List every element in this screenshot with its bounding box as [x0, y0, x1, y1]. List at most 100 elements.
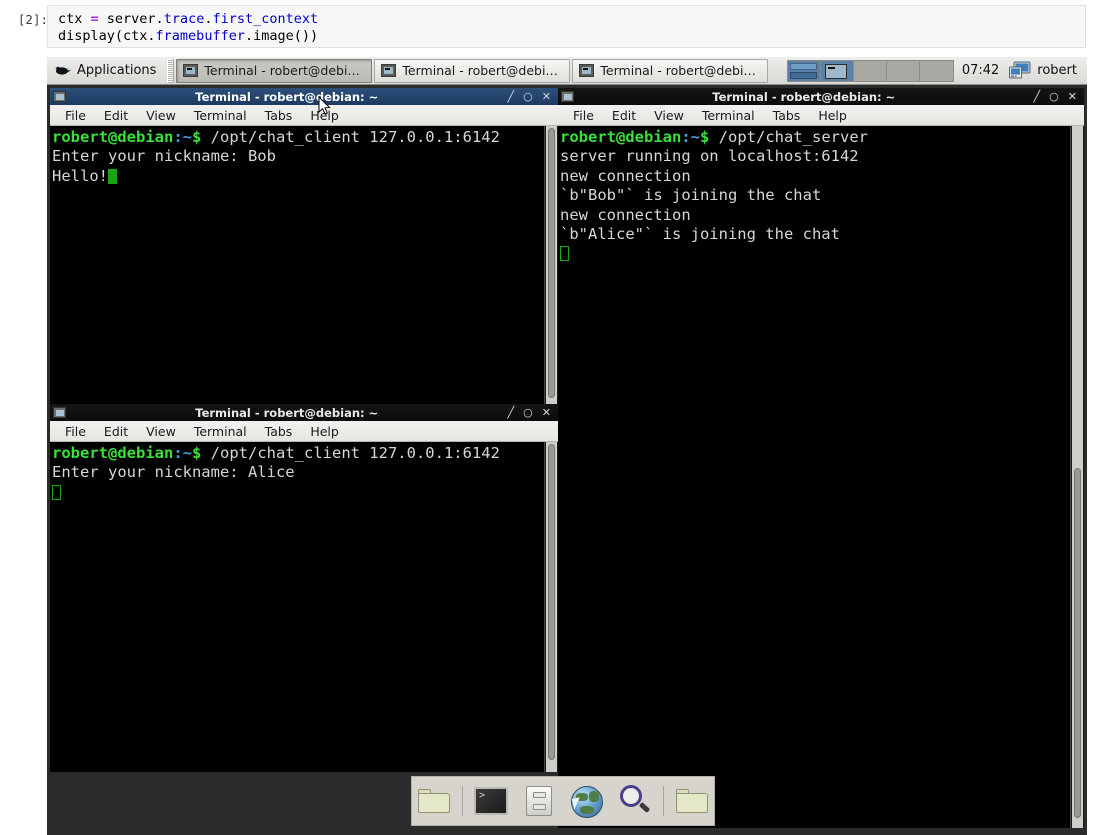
xfce-mouse-icon: [52, 62, 72, 80]
menu-terminal[interactable]: Terminal: [693, 106, 764, 125]
panel-clock[interactable]: 07:42: [954, 63, 1007, 78]
menu-file[interactable]: File: [56, 422, 95, 441]
window-menubar: File Edit View Terminal Tabs Help: [558, 105, 1084, 126]
window-controls: ╱ ○ ✕: [508, 91, 555, 102]
folder-icon: [676, 789, 708, 813]
scrollbar-track[interactable]: [1072, 126, 1083, 828]
window-titlebar[interactable]: Terminal - robert@debian: ~ ╱ ○ ✕: [50, 404, 558, 421]
workspace-button-3[interactable]: [887, 61, 920, 81]
dock-item-search[interactable]: [613, 780, 657, 822]
menu-file[interactable]: File: [56, 106, 95, 125]
workspace-window-preview: [825, 64, 847, 79]
shell-command: /opt/chat_client 127.0.0.1:6142: [211, 128, 500, 146]
maximize-button[interactable]: ○: [523, 91, 533, 102]
close-button[interactable]: ✕: [542, 407, 551, 418]
terminal-icon: [53, 407, 66, 418]
workspace-button-4[interactable]: [920, 61, 953, 81]
dock-item-folder-left[interactable]: [412, 780, 456, 822]
terminal-line: Enter your nickname: Alice: [52, 463, 295, 481]
menu-tabs[interactable]: Tabs: [764, 106, 810, 125]
window-titlebar[interactable]: Terminal - robert@debian: ~ ╱ ○ ✕: [558, 88, 1084, 105]
window-controls: ╱ ○ ✕: [1034, 91, 1081, 102]
close-button[interactable]: ✕: [1068, 91, 1077, 102]
dock-item-file-manager[interactable]: [517, 780, 561, 822]
terminal-line: `b"Alice"` is joining the chat: [560, 225, 840, 243]
terminal-line: `b"Bob"` is joining the chat: [560, 186, 821, 204]
maximize-button[interactable]: ○: [523, 407, 533, 418]
terminal-window-server[interactable]: Terminal - robert@debian: ~ ╱ ○ ✕ File E…: [558, 88, 1084, 828]
window-menubar: File Edit View Terminal Tabs Help: [50, 421, 558, 442]
taskbar-button-label: Terminal - robert@debia...: [204, 63, 365, 78]
terminal-line: new connection: [560, 206, 691, 224]
user-name-label: robert: [1037, 63, 1077, 78]
shell-prompt-user: robert@debian: [52, 444, 173, 462]
minimize-button[interactable]: ╱: [1034, 91, 1041, 102]
menu-terminal[interactable]: Terminal: [185, 422, 256, 441]
menu-file[interactable]: File: [564, 106, 603, 125]
terminal-window-client-alice[interactable]: Terminal - robert@debian: ~ ╱ ○ ✕ File E…: [50, 404, 558, 772]
scrollbar-track[interactable]: [546, 442, 557, 772]
terminal-output: robert@debian:~$ /opt/chat_client 127.0.…: [50, 126, 544, 412]
terminal-body[interactable]: robert@debian:~$ /opt/chat_client 127.0.…: [50, 442, 558, 772]
menu-help[interactable]: Help: [301, 422, 348, 441]
taskbar-button-terminal-3[interactable]: Terminal - robert@debia...: [572, 59, 768, 83]
workspace-window-preview: [790, 72, 817, 79]
terminal-line: Hello!: [52, 167, 108, 185]
scrollbar-thumb[interactable]: [1074, 468, 1081, 818]
terminal-body[interactable]: robert@debian:~$ /opt/chat_client 127.0.…: [50, 126, 558, 412]
terminal-window-client-bob[interactable]: Terminal - robert@debian: ~ ╱ ○ ✕ File E…: [50, 88, 558, 412]
shell-command: /opt/chat_server: [719, 128, 868, 146]
workspace-button-1[interactable]: [788, 61, 821, 81]
menu-edit[interactable]: Edit: [95, 422, 137, 441]
minimize-button[interactable]: ╱: [508, 91, 515, 102]
code-token: ctx: [58, 11, 91, 27]
dock-item-terminal[interactable]: [469, 780, 513, 822]
close-button[interactable]: ✕: [542, 91, 551, 102]
scrollbar-thumb[interactable]: [548, 128, 555, 398]
terminal-icon: [474, 787, 508, 815]
scrollbar-track[interactable]: [546, 126, 557, 412]
shell-prompt-path: :~: [681, 128, 700, 146]
code-token: display(ctx.: [58, 28, 156, 44]
menu-terminal[interactable]: Terminal: [185, 106, 256, 125]
notebook-code-input[interactable]: ctx = server.trace.first_context display…: [47, 5, 1086, 48]
maximize-button[interactable]: ○: [1049, 91, 1059, 102]
menu-help[interactable]: Help: [301, 106, 348, 125]
user-menu-button[interactable]: robert: [1007, 61, 1087, 80]
menu-edit[interactable]: Edit: [95, 106, 137, 125]
window-titlebar[interactable]: Terminal - robert@debian: ~ ╱ ○ ✕: [50, 88, 558, 105]
dock-item-web-browser[interactable]: [565, 780, 609, 822]
workspace-button-1b[interactable]: [821, 61, 854, 81]
workspace-switcher[interactable]: [787, 60, 954, 82]
notebook-prompt: [2]:: [8, 12, 48, 27]
terminal-scrollbar[interactable]: [1070, 126, 1084, 828]
menu-view[interactable]: View: [137, 422, 185, 441]
minimize-button[interactable]: ╱: [508, 407, 515, 418]
applications-menu-button[interactable]: Applications: [47, 58, 165, 84]
menu-edit[interactable]: Edit: [603, 106, 645, 125]
taskbar-button-terminal-2[interactable]: Terminal - robert@debia...: [374, 59, 570, 83]
panel-handle[interactable]: [167, 59, 174, 83]
page-root: [2]: ctx = server.trace.first_context di…: [0, 0, 1093, 835]
menu-help[interactable]: Help: [809, 106, 856, 125]
scrollbar-thumb[interactable]: [548, 444, 555, 760]
terminal-body[interactable]: robert@debian:~$ /opt/chat_server server…: [558, 126, 1084, 828]
terminal-scrollbar[interactable]: [544, 126, 558, 412]
shell-prompt-user: robert@debian: [52, 128, 173, 146]
xfce-top-panel: Applications Terminal - robert@debia... …: [47, 57, 1087, 85]
dock-item-folder-right[interactable]: [670, 780, 714, 822]
shell-prompt-symbol: $: [192, 128, 211, 146]
menu-tabs[interactable]: Tabs: [256, 106, 302, 125]
window-title: Terminal - robert@debian: ~: [66, 406, 508, 420]
menu-view[interactable]: View: [645, 106, 693, 125]
file-manager-icon: [526, 786, 552, 816]
terminal-scrollbar[interactable]: [544, 442, 558, 772]
applications-menu-label: Applications: [77, 63, 156, 78]
terminal-icon: [579, 64, 594, 77]
menu-view[interactable]: View: [137, 106, 185, 125]
taskbar-button-terminal-1[interactable]: Terminal - robert@debia...: [176, 59, 372, 83]
terminal-icon: [561, 91, 574, 102]
menu-tabs[interactable]: Tabs: [256, 422, 302, 441]
terminal-line: server running on localhost:6142: [560, 147, 859, 165]
workspace-button-2[interactable]: [854, 61, 887, 81]
